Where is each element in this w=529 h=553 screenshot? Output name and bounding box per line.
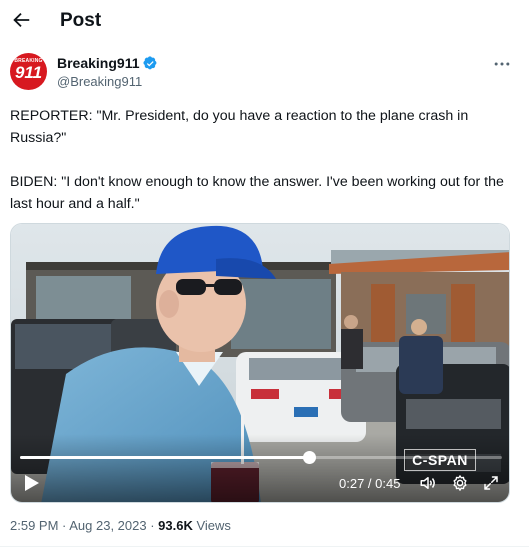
arrow-left-icon[interactable] — [10, 9, 32, 31]
views-count: 93.6K — [158, 518, 193, 533]
fullscreen-icon[interactable] — [482, 474, 500, 492]
author-display-name[interactable]: Breaking911 — [57, 55, 140, 71]
tweet-paragraph: REPORTER: "Mr. President, do you have a … — [10, 108, 469, 146]
play-icon[interactable] — [24, 474, 40, 492]
tweet-paragraph: BIDEN: "I don't know enough to know the … — [10, 174, 504, 212]
divider — [0, 546, 529, 547]
top-bar: Post — [0, 0, 529, 44]
video-progress-handle[interactable] — [302, 451, 316, 464]
author-name-row: Breaking911 — [57, 54, 158, 72]
avatar-text-big: 911 — [14, 63, 43, 82]
verified-badge-icon — [142, 55, 156, 69]
views-label: Views — [192, 518, 231, 533]
video-progress-fill — [20, 456, 310, 459]
author-handle[interactable]: @Breaking911 — [57, 74, 142, 89]
page-title: Post — [60, 10, 102, 31]
volume-icon[interactable] — [419, 474, 437, 492]
video-progress-bar[interactable] — [20, 451, 502, 464]
more-dots-icon[interactable] — [492, 54, 512, 74]
tweet-text: REPORTER: "Mr. President, do you have a … — [10, 105, 515, 237]
avatar[interactable]: BREAKING 911 — [10, 53, 47, 90]
post-meta: 2:59 PM · Aug 23, 2023 · 93.6K Views — [10, 518, 231, 533]
video-time: 0:27 / 0:45 — [339, 476, 401, 491]
video-player[interactable]: C-SPAN 0:27 / 0:45 — [10, 223, 510, 503]
post-timestamp[interactable]: 2:59 PM · Aug 23, 2023 · — [10, 518, 158, 533]
cspan-watermark: C-SPAN — [404, 449, 476, 471]
gear-icon[interactable] — [451, 474, 469, 492]
